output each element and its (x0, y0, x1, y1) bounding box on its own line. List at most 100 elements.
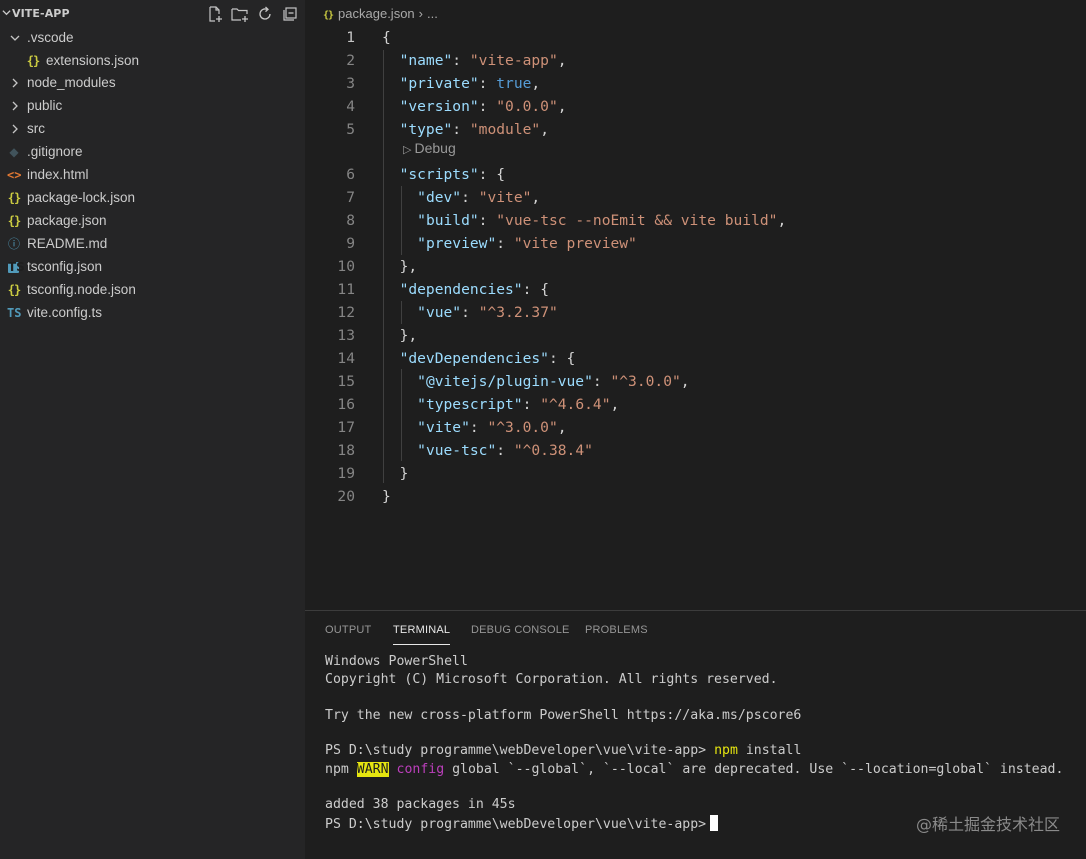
line-number: 15 (337, 373, 355, 390)
code-line[interactable]: 15 "@vitejs/plugin-vue": "^3.0.0", (305, 371, 1086, 394)
tree-item-vscode[interactable]: .vscode (0, 27, 305, 50)
code-text: "version": "0.0.0", (399, 98, 567, 115)
tree-item-extensions-json[interactable]: {} extensions.json (0, 50, 305, 73)
code-line[interactable]: 3 "private": true, (305, 73, 1086, 96)
terminal-cursor (710, 815, 719, 831)
code-line[interactable]: 19 } (305, 463, 1086, 486)
chevron-down-icon (10, 35, 20, 41)
code-line[interactable]: 6 "scripts": { (305, 164, 1086, 187)
tree-item-label: src (27, 121, 45, 136)
tree-item-label: package.json (27, 213, 107, 228)
code-line[interactable]: 5 "type": "module", (305, 119, 1086, 142)
bottom-panel: OUTPUT TERMINAL DEBUG CONSOLE PROBLEMS W… (305, 610, 1086, 859)
new-file-icon[interactable] (206, 5, 224, 23)
tree-item-vite-config-ts[interactable]: TS vite.config.ts (0, 302, 305, 325)
code-text: } (399, 465, 409, 482)
tab-output[interactable]: OUTPUT (325, 624, 371, 644)
code-line[interactable]: 12 "vue": "^3.2.37" (305, 302, 1086, 325)
line-number: 9 (346, 235, 355, 252)
code-text: "name": "vite-app", (399, 52, 567, 69)
tree-item-src[interactable]: src (0, 118, 305, 141)
code-text: }, (399, 327, 418, 344)
code-line[interactable]: 9 "preview": "vite preview" (305, 233, 1086, 256)
info-file-icon: ⓘ (7, 237, 20, 251)
code-line[interactable]: 17 "vite": "^3.0.0", (305, 417, 1086, 440)
debug-codelens[interactable]: ▷ Debug (403, 140, 456, 159)
tree-item-tsconfig-node-json[interactable]: {} tsconfig.node.json (0, 279, 305, 302)
warn-badge: WARN (356, 762, 389, 777)
breadcrumb-more[interactable]: ... (427, 6, 438, 21)
collapse-all-icon[interactable] (281, 5, 299, 23)
tree-item-label: extensions.json (46, 53, 140, 68)
line-number: 5 (346, 121, 355, 138)
code-line[interactable]: 8 "build": "vue-tsc --noEmit && vite bui… (305, 210, 1086, 233)
refresh-icon[interactable] (256, 5, 274, 23)
tree-item-label: index.html (27, 167, 89, 182)
terminal-line: Try the new cross-platform PowerShell ht… (325, 708, 802, 723)
tree-item-public[interactable]: public (0, 95, 305, 118)
tree-item-index-html[interactable]: <> index.html (0, 164, 305, 187)
explorer-header: VITE-APP (0, 0, 305, 28)
code-line[interactable]: 7 "dev": "vite", (305, 187, 1086, 210)
code-text: { (382, 29, 391, 46)
code-line[interactable]: 20} (305, 486, 1086, 509)
line-number: 2 (346, 52, 355, 69)
code-text: "preview": "vite preview" (417, 235, 637, 252)
line-number: 4 (346, 98, 355, 115)
code-line[interactable]: 16 "typescript": "^4.6.4", (305, 394, 1086, 417)
tsconfig-file-icon: TS (8, 260, 25, 274)
tree-item-node-modules[interactable]: node_modules (0, 72, 305, 95)
watermark: @稀土掘金技术社区 (915, 815, 1060, 834)
code-text: } (382, 488, 391, 505)
tree-item-package-json[interactable]: {} package.json (0, 210, 305, 233)
tab-debug-console[interactable]: DEBUG CONSOLE (471, 624, 570, 644)
line-number: 20 (337, 488, 355, 505)
terminal-cmd-npm: npm (714, 743, 738, 758)
tree-item-label: package-lock.json (27, 190, 136, 205)
tree-item-gitignore[interactable]: ◆ .gitignore (0, 141, 305, 164)
terminal-line: added 38 packages in 45s (325, 797, 516, 812)
tab-problems[interactable]: PROBLEMS (585, 624, 648, 644)
terminal-input-line[interactable]: PS D:\study programme\webDeveloper\vue\v… (325, 815, 719, 833)
line-number: 11 (337, 281, 355, 298)
code-line[interactable]: 4 "version": "0.0.0", (305, 96, 1086, 119)
json-file-icon: {} (323, 10, 334, 21)
code-text: "@vitejs/plugin-vue": "^3.0.0", (417, 373, 690, 390)
code-text: "vue-tsc": "^0.38.4" (417, 442, 593, 459)
code-line[interactable]: 2 "name": "vite-app", (305, 50, 1086, 73)
tab-terminal[interactable]: TERMINAL (393, 624, 451, 645)
code-line[interactable]: 18 "vue-tsc": "^0.38.4" (305, 440, 1086, 463)
code-text: "vue": "^3.2.37" (417, 304, 558, 321)
tree-item-label: .vscode (27, 30, 74, 45)
breadcrumb-file[interactable]: package.json (338, 6, 415, 21)
chevron-right-icon (12, 101, 18, 111)
git-file-icon: ◆ (9, 145, 19, 159)
code-text: "vite": "^3.0.0", (417, 419, 567, 436)
tree-item-package-lock-json[interactable]: {} package-lock.json (0, 187, 305, 210)
code-line[interactable]: 14 "devDependencies": { (305, 348, 1086, 371)
code-text: "build": "vue-tsc --noEmit && vite build… (417, 212, 787, 229)
explorer-title[interactable]: VITE-APP (2, 7, 70, 20)
tree-item-label: node_modules (27, 75, 116, 90)
line-number: 6 (346, 166, 355, 183)
code-editor[interactable]: {} package.json ›... 1{2 "name": "vite-app… (305, 0, 1086, 610)
line-number: 16 (337, 396, 355, 413)
html-file-icon: <> (7, 168, 22, 182)
tree-item-label: README.md (27, 236, 108, 251)
terminal-command-line: PS D:\study programme\webDeveloper\vue\v… (325, 743, 801, 761)
tree-item-readme[interactable]: ⓘ README.md (0, 233, 305, 256)
tree-item-label: tsconfig.node.json (27, 282, 136, 297)
json-file-icon: {} (26, 54, 40, 68)
code-line[interactable]: 13 }, (305, 325, 1086, 348)
code-line[interactable]: 10 }, (305, 256, 1086, 279)
code-line[interactable]: 11 "dependencies": { (305, 279, 1086, 302)
debug-play-icon: ▷ (403, 144, 412, 156)
code-text: "private": true, (399, 75, 541, 92)
warn-message: global `--global`, `--local` are depreca… (452, 762, 1064, 777)
new-folder-icon[interactable] (231, 5, 249, 23)
code-line[interactable]: 1{ (305, 27, 1086, 50)
tree-item-tsconfig-json[interactable]: TS tsconfig.json (0, 256, 305, 279)
breadcrumb-separator: › (418, 6, 424, 21)
line-number: 8 (346, 212, 355, 229)
warn-kind: config (396, 762, 445, 777)
